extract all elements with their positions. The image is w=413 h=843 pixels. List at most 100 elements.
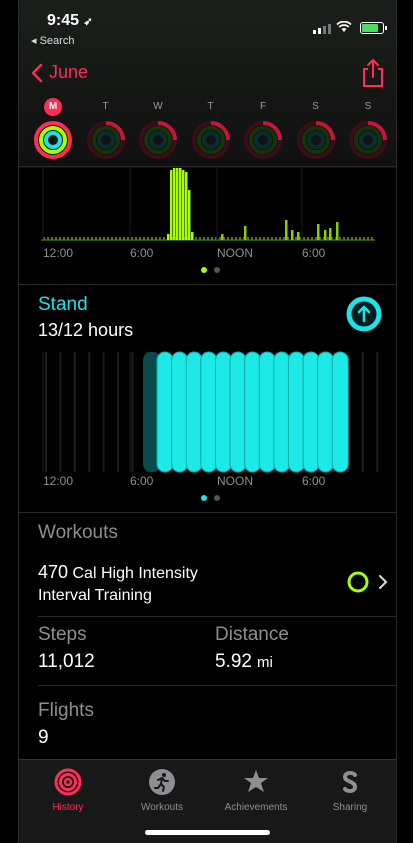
exercise-minute-bar — [163, 237, 165, 240]
stand-ring — [201, 131, 220, 149]
exercise-minute-bar — [63, 237, 65, 240]
exercise-minute-bar — [255, 237, 257, 240]
day-6[interactable]: S — [348, 98, 388, 160]
exercise-bar — [179, 168, 182, 240]
stand-hour-bar — [302, 351, 320, 473]
exercise-bar — [329, 228, 332, 240]
exercise-minute-bar — [251, 237, 253, 240]
exercise-tick-label: 12:00 — [43, 246, 74, 260]
steps-value: 11,012 — [38, 651, 95, 672]
stand-hour-bar — [229, 351, 247, 473]
stand-ring — [254, 131, 272, 149]
share-button[interactable] — [360, 58, 386, 88]
flights-value: 9 — [38, 727, 49, 748]
back-to-search-link[interactable]: ◂ Search — [31, 34, 74, 47]
back-month-label: June — [49, 62, 89, 82]
exercise-bars — [41, 168, 375, 241]
day-2[interactable]: W — [138, 98, 178, 160]
stand-hour-bar — [273, 351, 291, 473]
day-5[interactable]: S — [296, 98, 336, 160]
workout-type-line1: High Intensity — [100, 565, 198, 582]
exercise-minute-bar — [343, 237, 345, 240]
exercise-page-indicator[interactable] — [201, 267, 220, 273]
exercise-minute-bar — [239, 237, 241, 240]
stand-ring — [44, 131, 62, 149]
exercise-bar — [170, 170, 173, 240]
tab-workouts-label: Workouts — [140, 802, 184, 813]
stand-hour-bar — [200, 351, 218, 473]
tab-workouts[interactable]: Workouts — [115, 768, 209, 813]
tab-history[interactable]: History — [21, 768, 115, 813]
tab-achievements[interactable]: Achievements — [209, 768, 303, 813]
exercise-minute-bar — [339, 237, 341, 240]
stand-ring — [149, 131, 167, 149]
exercise-minute-bar — [99, 237, 101, 240]
battery-icon — [360, 22, 387, 34]
exercise-minute-bar — [107, 237, 109, 240]
workout-row[interactable]: 470 Cal High Intensity Interval Training — [19, 556, 396, 612]
exercise-minute-bar — [195, 237, 197, 240]
day-1[interactable]: T — [86, 98, 126, 160]
exercise-minute-bar — [259, 237, 261, 240]
exercise-tick-label: 6:00 — [302, 246, 326, 260]
navigation-bar: June — [19, 58, 396, 92]
exercise-minute-bar — [151, 237, 153, 240]
back-to-month-button[interactable]: June — [31, 62, 88, 83]
page-dot — [214, 267, 220, 273]
exercise-minute-bar — [83, 237, 85, 240]
day-0[interactable]: M — [33, 98, 73, 160]
workout-line-1: 470 Cal High Intensity — [38, 562, 198, 583]
stand-hour-bar — [185, 351, 203, 473]
stand-tick-label: 6:00 — [302, 474, 326, 488]
stand-tick-label: NOON — [217, 474, 253, 488]
star-badge-icon — [244, 770, 268, 792]
home-indicator[interactable] — [145, 830, 270, 835]
day-3[interactable]: T — [191, 98, 231, 160]
stand-hour-bar — [156, 351, 174, 473]
workout-calories-unit: Cal — [72, 565, 97, 582]
exercise-minute-bar — [211, 237, 213, 240]
status-time: 9:45 ➶ — [47, 12, 93, 29]
exercise-minute-bar — [115, 237, 117, 240]
stand-hour-bar — [317, 351, 335, 473]
tab-sharing[interactable]: Sharing — [303, 768, 396, 813]
activity-rings-icon — [244, 121, 282, 159]
activity-rings-icon — [34, 121, 72, 159]
exercise-minute-bar — [139, 237, 141, 240]
phone-screen: 9:45 ➶ ◂ Search June M T W T F S S 12:00 6:00 … — [18, 0, 397, 843]
day-label: S — [312, 101, 319, 112]
distance-value-wrap: 5.92 mi — [215, 651, 273, 673]
exercise-minute-bar — [75, 237, 77, 240]
stand-chart: 12:00 6:00 NOON 6:00 — [19, 348, 396, 508]
stand-hour-bar — [258, 351, 276, 473]
exercise-minute-bar — [59, 237, 61, 240]
stand-page-indicator[interactable] — [201, 495, 220, 501]
exercise-minute-bar — [127, 237, 129, 240]
activity-rings-icon — [349, 121, 387, 159]
stand-hour-bar — [287, 351, 305, 473]
tab-sharing-label: Sharing — [332, 802, 368, 813]
stand-ring-button[interactable] — [346, 296, 382, 332]
divider — [38, 616, 396, 617]
workout-ring-icon — [347, 571, 369, 593]
exercise-bar — [221, 234, 224, 240]
exercise-minute-bar — [71, 237, 73, 240]
exercise-tick-label: 6:00 — [130, 246, 154, 260]
divider — [19, 166, 396, 167]
exercise-minute-bar — [95, 237, 97, 240]
exercise-bar — [336, 222, 339, 240]
activity-rings-icon — [191, 121, 230, 159]
exercise-minute-bar — [303, 237, 305, 240]
running-figure-icon — [149, 769, 175, 795]
exercise-minute-bar — [47, 237, 49, 240]
exercise-minute-bar — [79, 237, 81, 240]
stand-ring — [359, 131, 377, 149]
page-dot-active — [201, 267, 207, 273]
exercise-minute-bar — [103, 237, 105, 240]
exercise-chart: 12:00 6:00 NOON 6:00 — [19, 168, 396, 280]
exercise-minute-bar — [231, 237, 233, 240]
status-bar: 9:45 ➶ ◂ Search — [19, 10, 396, 50]
history-rings-icon — [54, 768, 82, 796]
exercise-bar — [173, 168, 176, 240]
day-4[interactable]: F — [243, 98, 283, 160]
